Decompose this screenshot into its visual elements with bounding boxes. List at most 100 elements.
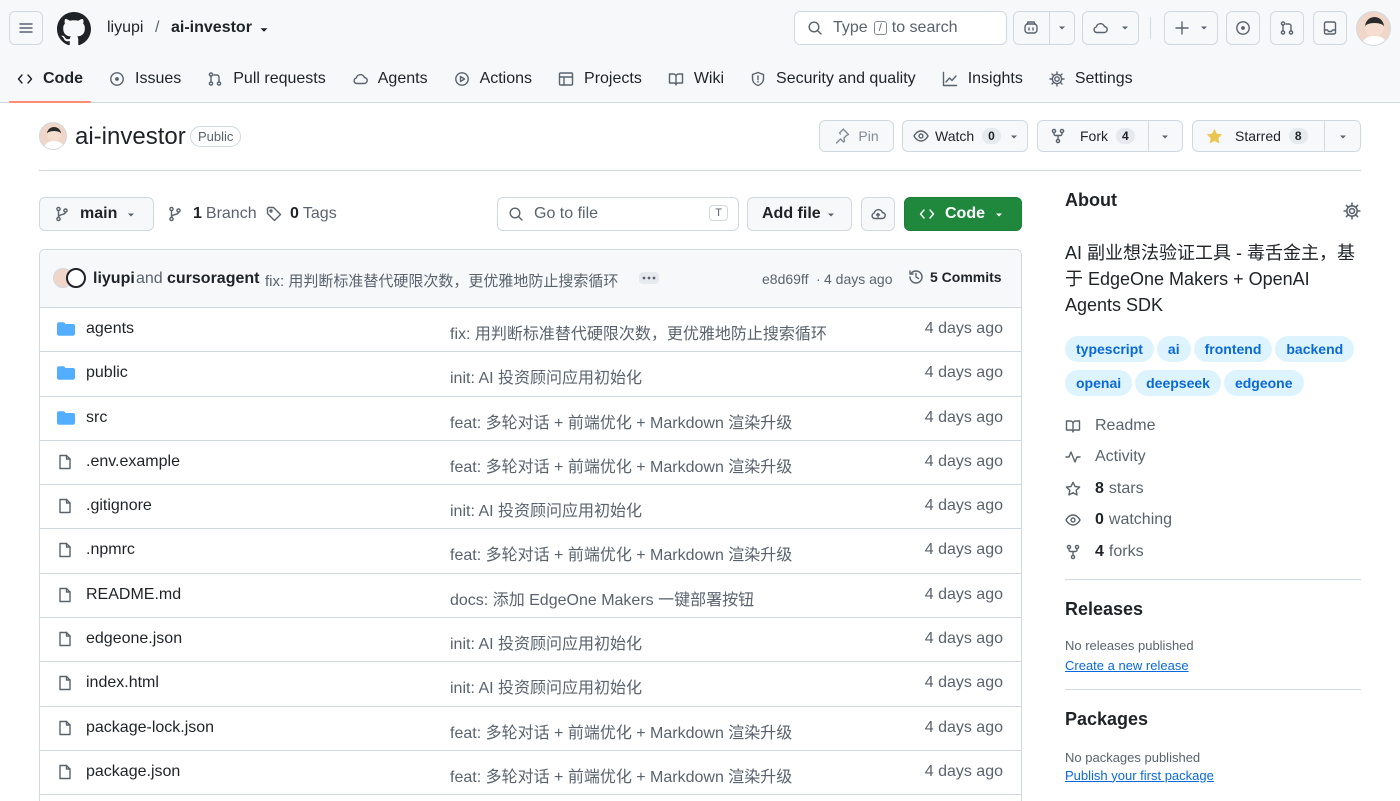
file-age: 4 days ago <box>924 630 1003 648</box>
file-name-link[interactable]: package-lock.json <box>86 719 214 737</box>
latest-commit-bar: liyupi and cursoragent fix: 用判断标准替代硬限次数，… <box>40 250 1021 308</box>
copilot-button[interactable] <box>1013 11 1075 45</box>
file-name-link[interactable]: public <box>86 364 128 382</box>
branch-selector[interactable]: main <box>39 197 154 231</box>
chevron-down-icon[interactable] <box>257 23 271 37</box>
global-search-input[interactable]: Type / to search <box>794 11 1007 45</box>
stars-label: stars <box>1108 479 1144 497</box>
sidebar-divider <box>1065 688 1361 690</box>
tab-wiki[interactable]: Wiki <box>660 56 732 102</box>
commit-expand-button[interactable] <box>639 272 659 284</box>
stars-link[interactable]: 8 stars <box>1065 473 1361 505</box>
fork-icon <box>1066 544 1080 560</box>
watchers-link[interactable]: 0 watching <box>1065 505 1361 537</box>
packages-heading[interactable]: Packages <box>1065 709 1361 730</box>
repo-title[interactable]: ai-investor <box>75 123 186 151</box>
watch-button[interactable]: Watch 0 <box>902 120 1028 152</box>
pin-button[interactable]: Pin <box>819 120 894 152</box>
pull-requests-button[interactable] <box>1270 11 1304 45</box>
tab-code[interactable]: Code <box>9 56 91 103</box>
topic-tag[interactable]: deepseek <box>1135 370 1221 396</box>
cloud-menu-button[interactable] <box>1082 11 1139 45</box>
header-divider <box>1150 17 1151 39</box>
topic-tag[interactable]: openai <box>1065 370 1133 396</box>
file-commit-message[interactable]: feat: 多轮对话 + 前端优化 + Markdown 渲染升级 <box>450 719 792 743</box>
tab-projects[interactable]: Projects <box>550 56 650 102</box>
file-name-link[interactable]: edgeone.json <box>86 630 182 648</box>
pull-request-icon <box>1280 21 1294 35</box>
coauthor-avatar[interactable] <box>66 268 86 288</box>
topic-tag[interactable]: backend <box>1275 336 1355 362</box>
releases-heading[interactable]: Releases <box>1065 599 1361 620</box>
breadcrumb-separator: / <box>155 19 160 36</box>
commit-coauthor[interactable]: cursoragent <box>167 270 259 288</box>
avatar[interactable] <box>1356 11 1391 46</box>
branches-link[interactable]: 1 Branch <box>167 205 257 223</box>
code-button[interactable]: Code <box>904 197 1022 231</box>
file-commit-message[interactable]: init: AI 投资顾问应用初始化 <box>450 497 642 521</box>
file-age: 4 days ago <box>924 762 1003 780</box>
file-commit-message[interactable]: init: AI 投资顾问应用初始化 <box>450 364 642 388</box>
file-name-link[interactable]: src <box>86 409 107 427</box>
gear-icon[interactable] <box>1343 202 1361 220</box>
fork-button[interactable]: Fork 4 <box>1037 120 1183 152</box>
tags-label: Tags <box>302 205 337 222</box>
tab-agents[interactable]: Agents <box>344 56 436 102</box>
publish-package-link[interactable]: Publish your first package <box>1065 768 1214 783</box>
file-commit-message[interactable]: feat: 多轮对话 + 前端优化 + Markdown 渲染升级 <box>450 409 792 433</box>
code-icon <box>919 209 935 219</box>
commit-message[interactable]: fix: 用判断标准替代硬限次数，更优雅地防止搜索循环 <box>265 270 618 291</box>
create-new-button[interactable] <box>1164 11 1218 45</box>
file-name-link[interactable]: .gitignore <box>86 497 152 515</box>
starred-button[interactable]: Starred 8 <box>1192 120 1361 152</box>
file-commit-message[interactable]: init: AI 投资顾问应用初始化 <box>450 674 642 698</box>
topic-tag[interactable]: ai <box>1156 336 1191 362</box>
activity-link[interactable]: Activity <box>1065 442 1361 474</box>
readme-link[interactable]: Readme <box>1065 410 1361 442</box>
commits-link[interactable]: 5 Commits <box>908 269 1002 285</box>
file-name-link[interactable]: README.md <box>86 586 181 604</box>
file-name-link[interactable]: index.html <box>86 674 159 692</box>
eye-icon <box>1065 514 1081 526</box>
github-logo-icon[interactable] <box>57 12 91 46</box>
file-age: 4 days ago <box>924 497 1003 515</box>
add-file-button[interactable]: Add file <box>747 197 852 231</box>
file-icon <box>59 631 71 647</box>
commit-sha[interactable]: e8d69ff <box>762 271 808 287</box>
issues-button[interactable] <box>1226 11 1260 45</box>
breadcrumb-repo[interactable]: ai-investor <box>171 19 252 37</box>
tab-issues[interactable]: Issues <box>101 56 189 102</box>
menu-button[interactable] <box>9 11 43 45</box>
tags-link[interactable]: 0 Tags <box>266 205 337 223</box>
file-name-link[interactable]: .npmrc <box>86 541 135 559</box>
topic-tag[interactable]: typescript <box>1065 336 1154 362</box>
file-commit-message[interactable]: feat: 多轮对话 + 前端优化 + Markdown 渲染升级 <box>450 453 792 477</box>
file-commit-message[interactable]: init: AI 投资顾问应用初始化 <box>450 630 642 654</box>
file-name-link[interactable]: agents <box>86 320 134 338</box>
file-name-link[interactable]: .env.example <box>86 453 180 471</box>
file-commit-message[interactable]: feat: 多轮对话 + 前端优化 + Markdown 渲染升级 <box>450 541 792 565</box>
file-commit-message[interactable]: docs: 添加 EdgeOne Makers 一键部署按钮 <box>450 586 754 610</box>
releases-empty-text: No releases published <box>1065 637 1194 653</box>
tab-security[interactable]: Security and quality <box>742 56 924 102</box>
file-commit-message[interactable]: feat: 多轮对话 + 前端优化 + Markdown 渲染升级 <box>450 763 792 787</box>
activity-label: Activity <box>1095 448 1146 466</box>
forks-link[interactable]: 4 forks <box>1065 536 1361 568</box>
file-icon <box>59 764 71 780</box>
inbox-button[interactable] <box>1313 11 1347 45</box>
tab-pull-requests[interactable]: Pull requests <box>199 56 334 102</box>
file-name-link[interactable]: package.json <box>86 763 180 781</box>
topic-tag[interactable]: edgeone <box>1223 370 1304 396</box>
tab-settings[interactable]: Settings <box>1041 56 1141 102</box>
breadcrumb-owner[interactable]: liyupi <box>107 19 143 37</box>
tab-actions[interactable]: Actions <box>446 56 540 102</box>
tab-insights[interactable]: Insights <box>934 56 1031 102</box>
file-row: public init: AI 投资顾问应用初始化 4 days ago <box>40 352 1021 397</box>
go-to-file-input[interactable]: Go to file T <box>497 197 739 231</box>
topic-tag[interactable]: frontend <box>1193 336 1273 362</box>
file-commit-message[interactable]: fix: 用判断标准替代硬限次数，更优雅地防止搜索循环 <box>450 320 827 344</box>
tab-label: Settings <box>1074 70 1133 87</box>
commit-author[interactable]: liyupi <box>93 270 135 288</box>
create-release-link[interactable]: Create a new release <box>1065 658 1189 673</box>
codespace-button[interactable] <box>861 197 895 231</box>
